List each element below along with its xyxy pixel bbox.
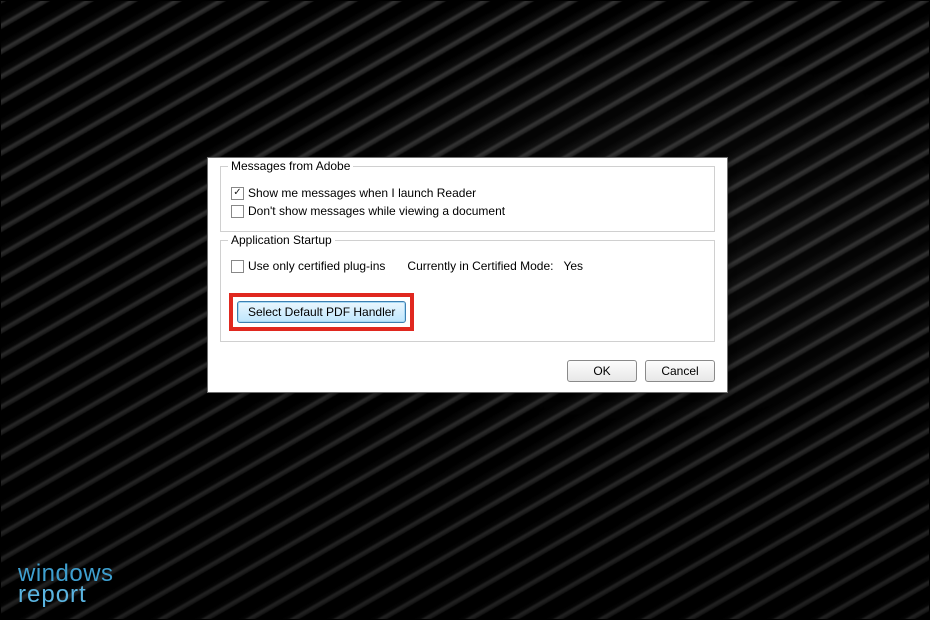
- hide-messages-row[interactable]: Don't show messages while viewing a docu…: [231, 203, 704, 219]
- dialog-button-row: OK Cancel: [220, 350, 715, 382]
- ok-button[interactable]: OK: [567, 360, 637, 382]
- select-default-pdf-handler-button[interactable]: Select Default PDF Handler: [237, 301, 406, 323]
- certified-plugins-checkbox[interactable]: [231, 260, 244, 273]
- certified-plugins-row[interactable]: Use only certified plug-ins Currently in…: [231, 259, 704, 273]
- certified-mode-value: Yes: [563, 259, 583, 273]
- hide-messages-checkbox[interactable]: [231, 205, 244, 218]
- watermark-line2: report: [18, 584, 114, 606]
- messages-group: Messages from Adobe Show me messages whe…: [220, 166, 715, 232]
- startup-legend: Application Startup: [228, 233, 335, 247]
- cancel-button[interactable]: Cancel: [645, 360, 715, 382]
- show-messages-label: Show me messages when I launch Reader: [248, 185, 476, 201]
- highlight-box: Select Default PDF Handler: [229, 293, 414, 331]
- hide-messages-label: Don't show messages while viewing a docu…: [248, 203, 505, 219]
- preferences-dialog: Messages from Adobe Show me messages whe…: [207, 157, 728, 393]
- messages-legend: Messages from Adobe: [228, 159, 353, 173]
- startup-group: Application Startup Use only certified p…: [220, 240, 715, 342]
- certified-plugins-label: Use only certified plug-ins: [248, 259, 385, 273]
- show-messages-checkbox[interactable]: [231, 187, 244, 200]
- show-messages-row[interactable]: Show me messages when I launch Reader: [231, 185, 704, 201]
- certified-mode-label: Currently in Certified Mode:: [407, 259, 553, 273]
- watermark: windows report: [18, 563, 114, 606]
